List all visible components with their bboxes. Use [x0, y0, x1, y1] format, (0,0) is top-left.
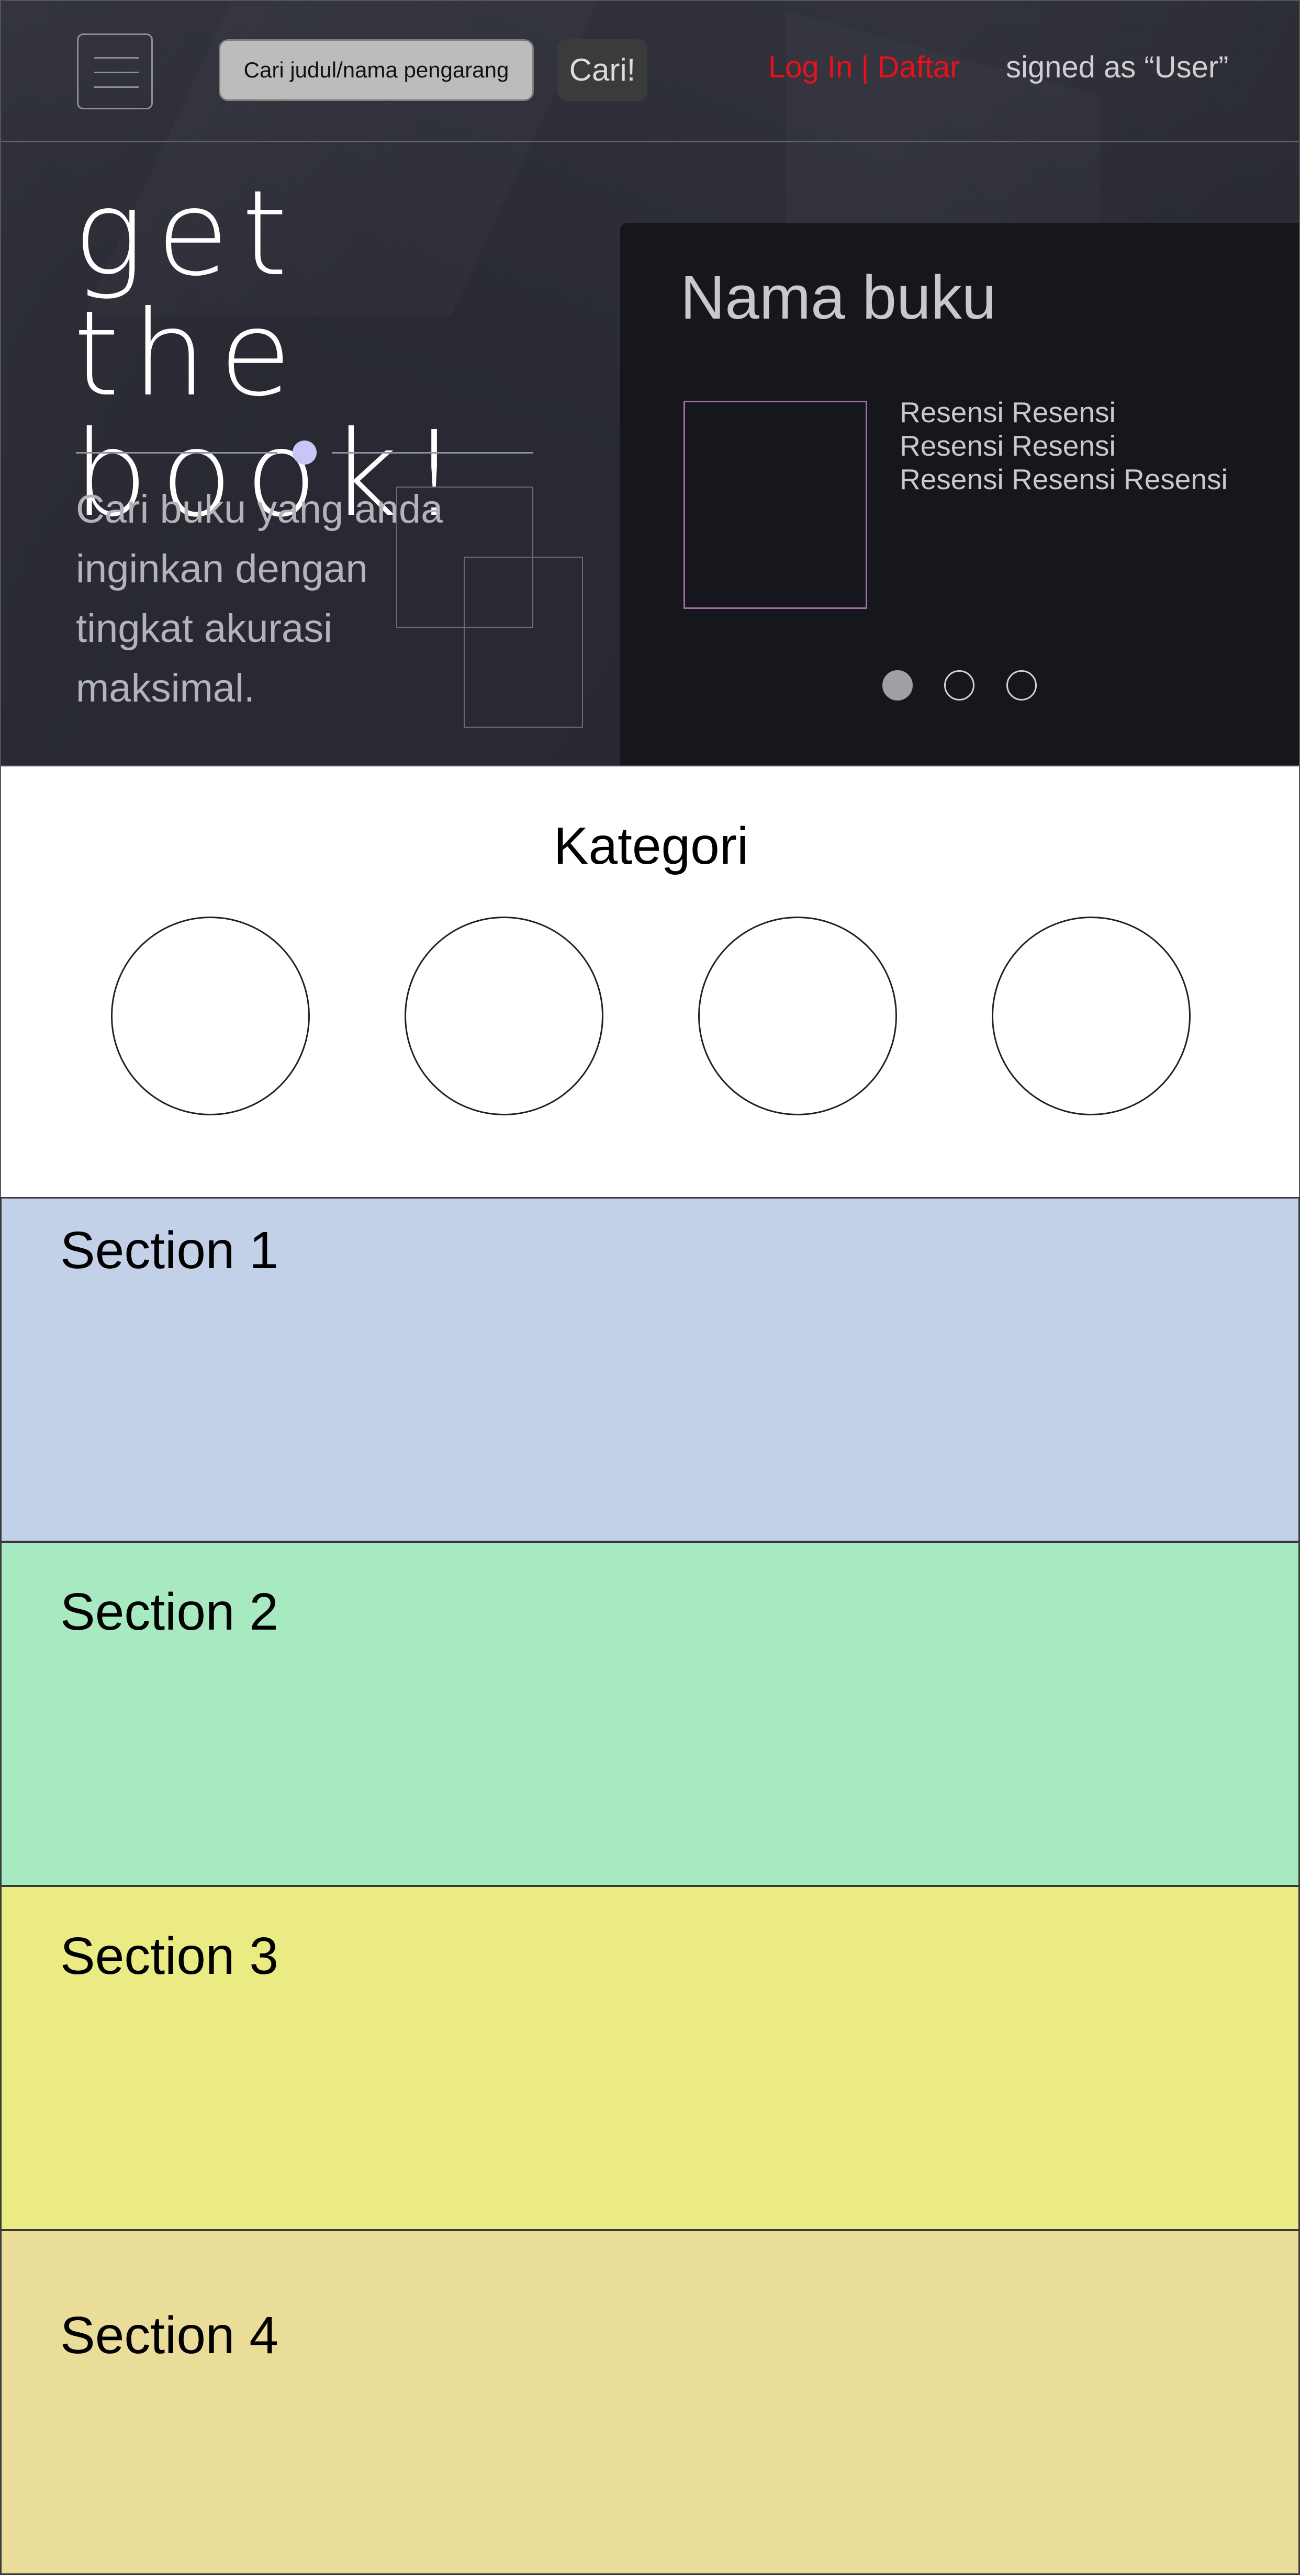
category-title: Kategori [553, 817, 749, 875]
signed-in-user-label: signed as “User” [1006, 50, 1229, 84]
review-line: Resensi Resensi [900, 396, 1116, 428]
search-button[interactable]: Cari! [557, 39, 647, 101]
category-section: Kategori [0, 766, 1300, 1198]
page: Cari! Log In | Daftar signed as “User” g… [0, 0, 1300, 2576]
hero-divider-dot [293, 440, 317, 465]
category-item-4[interactable] [992, 917, 1191, 1115]
carousel-dot-3[interactable] [1006, 670, 1037, 701]
review-line: Resensi Resensi [900, 430, 1116, 462]
decorative-rectangle [464, 557, 583, 728]
hero-background: Cari! Log In | Daftar signed as “User” g… [0, 0, 1300, 766]
section-title: Section 2 [60, 1583, 278, 1641]
book-review: Resensi Resensi Resensi Resensi Resensi … [900, 396, 1287, 496]
section-title: Section 4 [60, 2306, 278, 2365]
content-section-2: Section 2 [0, 1541, 1300, 1886]
section-title: Section 1 [60, 1221, 278, 1280]
book-cover-image[interactable] [683, 401, 867, 609]
content-section-1: Section 1 [0, 1197, 1300, 1542]
category-item-2[interactable] [405, 917, 603, 1115]
menu-icon-bar [94, 86, 139, 88]
section-title: Section 3 [60, 1927, 278, 1985]
carousel-dot-1[interactable] [882, 670, 913, 701]
hero-divider-left [76, 452, 277, 454]
menu-icon-bar [94, 72, 139, 73]
menu-icon-bar [94, 57, 139, 59]
login-register-link[interactable]: Log In | Daftar [768, 50, 960, 85]
menu-button[interactable] [77, 33, 153, 109]
category-item-1[interactable] [111, 917, 310, 1115]
content-section-4: Section 4 [0, 2230, 1300, 2575]
carousel-dot-2[interactable] [944, 670, 974, 701]
hero-divider-right [332, 452, 533, 454]
book-carousel: Nama buku Resensi Resensi Resensi Resens… [620, 223, 1299, 765]
navbar: Cari! Log In | Daftar signed as “User” [1, 1, 1299, 142]
content-section-3: Section 3 [0, 1885, 1300, 2231]
hero-description: Cari buku yang anda inginkan dengan ting… [76, 487, 443, 710]
search-input[interactable] [219, 39, 534, 101]
hero-title-line: get the [73, 165, 305, 423]
review-line: Resensi Resensi Resensi [900, 463, 1228, 495]
category-item-3[interactable] [698, 917, 897, 1115]
book-title[interactable]: Nama buku [680, 262, 996, 333]
